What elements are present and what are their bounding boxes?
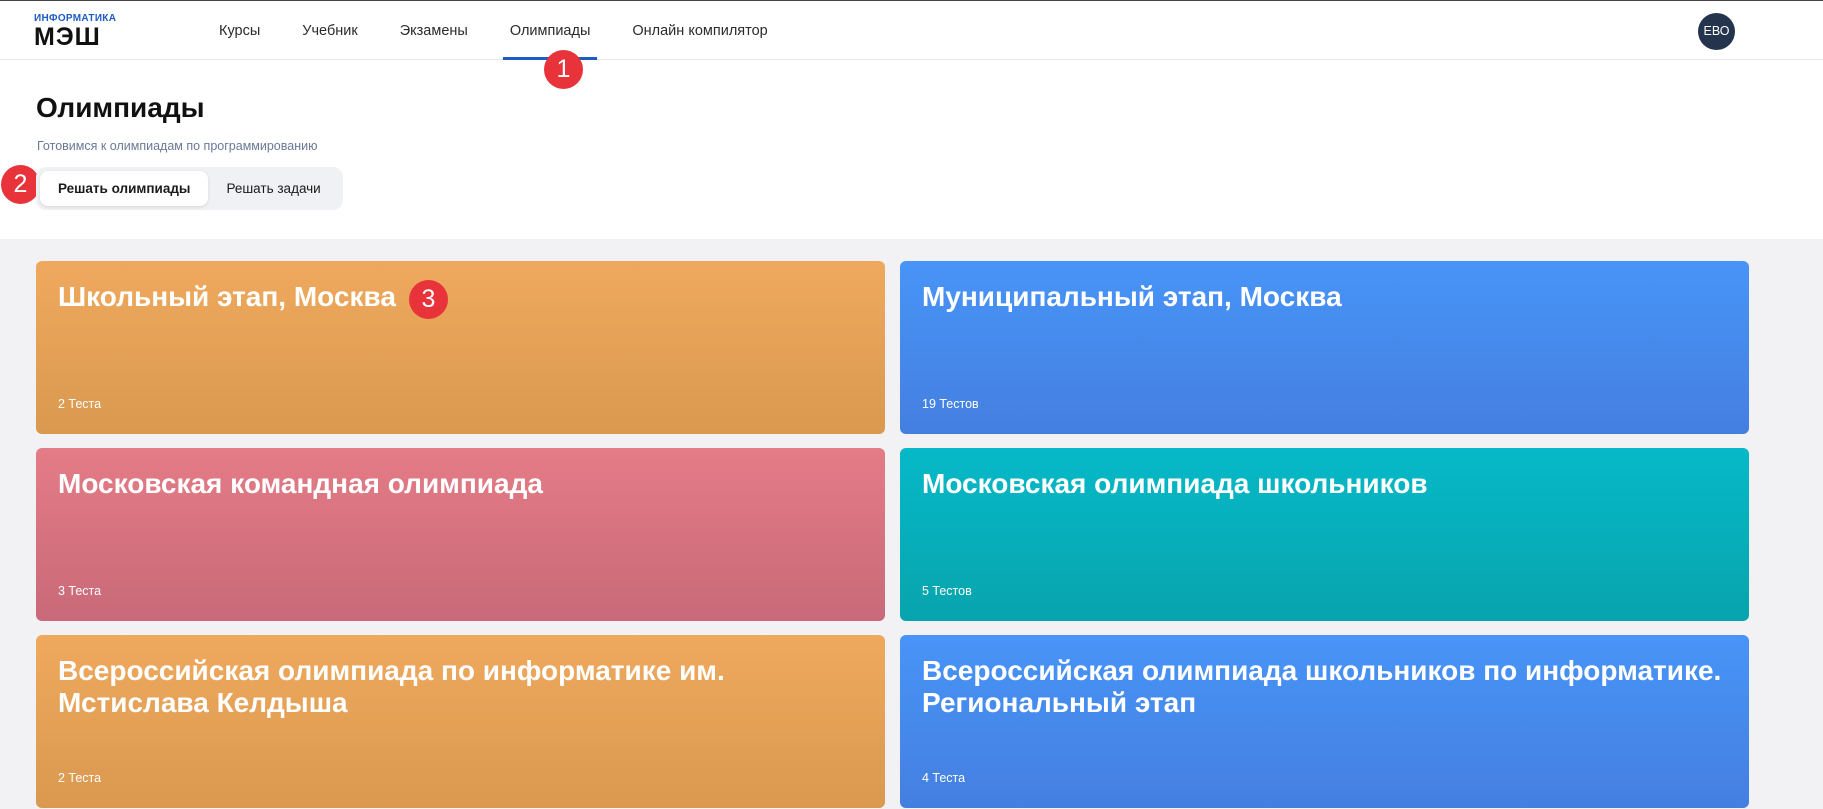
olympiad-card-school-stage[interactable]: Школьный этап, Москва 2 Теста <box>36 261 885 434</box>
card-title: Московская олимпиада школьников <box>922 468 1428 499</box>
nav-item-online-compiler[interactable]: Онлайн компилятор <box>611 1 788 61</box>
logo-title: МЭШ <box>34 23 101 51</box>
annotation-badge-1: 1 <box>544 50 583 89</box>
mesh-logo[interactable]: ИНФОРМАТИКА МЭШ <box>34 13 116 50</box>
olympiad-card-keldysh[interactable]: Всероссийская олимпиада по информатике и… <box>36 635 885 808</box>
card-test-count: 3 Теста <box>58 584 102 598</box>
olympiad-card-municipal-stage[interactable]: Муниципальный этап, Москва 19 Тестов <box>900 261 1749 434</box>
annotation-badge-3: 3 <box>409 280 448 319</box>
card-title: Всероссийская олимпиада школьников по ин… <box>922 655 1722 718</box>
annotation-badge-2: 2 <box>1 165 40 204</box>
card-title: Муниципальный этап, Москва <box>922 281 1342 312</box>
nav-item-courses[interactable]: Курсы <box>198 1 281 61</box>
card-test-count: 19 Тестов <box>922 397 979 411</box>
mode-switcher: Решать олимпиады Решать задачи <box>36 167 343 210</box>
nav-item-exams[interactable]: Экзамены <box>379 1 489 61</box>
page-title: Олимпиады <box>36 92 205 123</box>
tab-solve-tasks[interactable]: Решать задачи <box>208 171 338 206</box>
card-title: Всероссийская олимпиада по информатике и… <box>58 655 725 718</box>
tab-solve-olympiads[interactable]: Решать олимпиады <box>40 171 209 206</box>
card-title: Школьный этап, Москва <box>58 281 396 312</box>
card-title: Московская командная олимпиада <box>58 468 543 499</box>
olympiad-card-regional-stage[interactable]: Всероссийская олимпиада школьников по ин… <box>900 635 1749 808</box>
top-navigation-bar: ИНФОРМАТИКА МЭШ Курсы Учебник Экзамены О… <box>0 0 1823 60</box>
olympiad-card-moscow-schoolchildren[interactable]: Московская олимпиада школьников 5 Тестов <box>900 448 1749 621</box>
olympiad-card-moscow-team[interactable]: Московская командная олимпиада 3 Теста <box>36 448 885 621</box>
card-test-count: 4 Теста <box>922 771 966 785</box>
card-test-count: 2 Теста <box>58 397 102 411</box>
card-test-count: 5 Тестов <box>922 584 972 598</box>
nav-item-textbook[interactable]: Учебник <box>281 1 378 61</box>
nav-item-olympiads[interactable]: Олимпиады <box>489 1 612 61</box>
main-nav: Курсы Учебник Экзамены Олимпиады Онлайн … <box>198 1 789 61</box>
card-test-count: 2 Теста <box>58 771 102 785</box>
page-subtitle: Готовимся к олимпиадам по программирован… <box>37 139 318 153</box>
user-avatar[interactable]: ЕВО <box>1698 13 1735 50</box>
